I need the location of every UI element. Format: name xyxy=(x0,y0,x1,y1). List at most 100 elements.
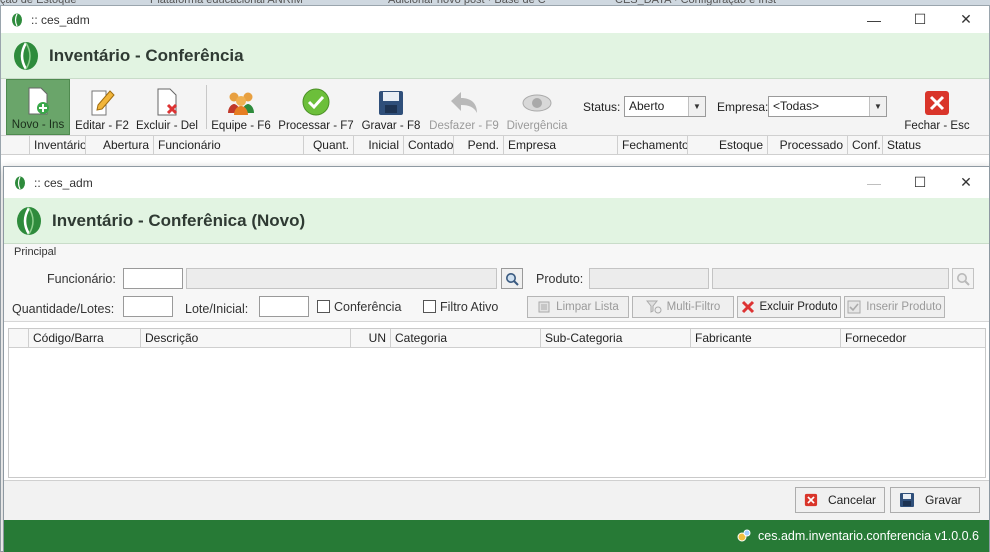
column-header[interactable]: Inicial xyxy=(354,136,404,155)
column-header[interactable]: UN xyxy=(351,329,391,348)
page-banner: Inventário - Conferência xyxy=(1,33,989,79)
delete-document-icon xyxy=(157,88,178,116)
quantidade-lotes-input[interactable] xyxy=(123,296,173,317)
save-disk-icon xyxy=(379,91,403,115)
fechar-button[interactable]: Fechar - Esc xyxy=(903,79,971,135)
clear-list-icon xyxy=(538,301,550,313)
new-document-icon xyxy=(28,87,49,115)
lote-inicial-input[interactable] xyxy=(259,296,309,317)
undo-arrow-icon xyxy=(451,92,477,113)
delete-x-icon xyxy=(741,300,754,314)
inserir-produto-button[interactable]: Inserir Produto xyxy=(844,296,945,318)
minimize-icon[interactable]: — xyxy=(851,6,897,33)
divergencia-button[interactable]: Divergência xyxy=(505,79,569,135)
editar-button[interactable]: Editar - F2 xyxy=(71,79,133,135)
cancel-icon xyxy=(804,493,818,507)
funcionario-label: Funcionário: xyxy=(47,272,116,286)
gravar-button[interactable]: Gravar - F8 xyxy=(359,79,423,135)
column-header[interactable]: Conf. xyxy=(848,136,883,155)
filtro-ativo-label: Filtro Ativo xyxy=(440,300,499,314)
produto-label: Produto: xyxy=(536,272,584,286)
chevron-down-icon[interactable]: ▼ xyxy=(688,97,705,116)
processar-button[interactable]: Processar - F7 xyxy=(278,79,354,135)
column-header[interactable]: Funcionário xyxy=(154,136,304,155)
novo-button[interactable]: Novo - Ins xyxy=(6,79,70,135)
quantidade-lotes-label: Quantidade/Lotes: xyxy=(12,302,115,316)
save-button[interactable]: Gravar xyxy=(890,487,980,513)
conferencia-checkbox[interactable] xyxy=(317,300,330,313)
search-icon xyxy=(957,272,970,286)
search-icon xyxy=(506,272,519,286)
app-logo-icon xyxy=(14,41,38,70)
maximize-icon[interactable]: ☐ xyxy=(897,6,943,33)
funcionario-code-input[interactable] xyxy=(123,268,183,289)
column-header[interactable]: Status xyxy=(883,136,983,155)
close-icon[interactable]: ✕ xyxy=(943,6,989,33)
funcionario-name-input[interactable] xyxy=(186,268,497,289)
main-toolbar: Novo - Ins Editar - F2 Excluir - Del Equ… xyxy=(1,79,989,136)
insert-check-icon xyxy=(847,300,861,314)
column-header[interactable]: Estoque xyxy=(688,136,768,155)
save-disk-icon xyxy=(900,493,914,507)
eye-icon xyxy=(522,94,552,112)
empresa-select[interactable]: <Todas> ▼ xyxy=(768,96,887,117)
lote-inicial-label: Lote/Inicial: xyxy=(185,302,249,316)
plugin-gears-icon xyxy=(737,529,751,542)
edit-pencil-icon xyxy=(91,90,115,116)
column-header[interactable]: Quant. xyxy=(304,136,354,155)
produto-search-button[interactable] xyxy=(952,268,974,289)
app-logo-icon xyxy=(17,206,41,235)
page-title: Inventário - Conferência xyxy=(49,45,244,65)
column-header[interactable]: Pend. xyxy=(454,136,504,155)
column-header[interactable]: Fechamento xyxy=(618,136,688,155)
app-leaf-icon xyxy=(15,176,25,189)
column-header[interactable]: Contado xyxy=(404,136,454,155)
products-grid[interactable]: Código/Barra Descrição UN Categoria Sub-… xyxy=(8,328,986,478)
conferencia-label: Conferência xyxy=(334,300,402,314)
equipe-button[interactable]: Equipe - F6 xyxy=(209,79,273,135)
column-header[interactable]: Categoria xyxy=(391,329,541,348)
column-header[interactable]: Abertura xyxy=(86,136,154,155)
inventory-grid-header: Inventário Abertura Funcionário Quant. I… xyxy=(1,136,989,155)
desfazer-button[interactable]: Desfazer - F9 xyxy=(427,79,501,135)
column-header[interactable]: Sub-Categoria xyxy=(541,329,691,348)
column-header[interactable]: Fornecedor xyxy=(841,329,985,348)
funcionario-search-button[interactable] xyxy=(501,268,523,289)
module-version: ces.adm.inventario.conferencia v1.0.0.6 xyxy=(758,529,979,543)
column-header[interactable]: Processado xyxy=(768,136,848,155)
excluir-button[interactable]: Excluir - Del xyxy=(135,79,199,135)
status-bar: ces.adm.inventario.conferencia v1.0.0.6 xyxy=(4,520,989,552)
modal-titlebar[interactable]: :: ces_adm — ☐ ✕ xyxy=(4,167,989,198)
status-select[interactable]: Aberto ▼ xyxy=(624,96,706,117)
column-header[interactable]: Código/Barra xyxy=(29,329,141,348)
section-label: Principal xyxy=(14,246,57,258)
check-circle-icon xyxy=(302,88,330,116)
excluir-produto-button[interactable]: Excluir Produto xyxy=(737,296,841,318)
close-red-icon xyxy=(925,91,949,115)
column-header[interactable]: Descrição xyxy=(141,329,351,348)
multi-filtro-button[interactable]: Multi-Filtro xyxy=(632,296,734,318)
cancel-button[interactable]: Cancelar xyxy=(795,487,885,513)
chevron-down-icon[interactable]: ▼ xyxy=(869,97,886,116)
column-header[interactable]: Inventário xyxy=(30,136,86,155)
column-header[interactable]: Empresa xyxy=(504,136,618,155)
minimize-icon[interactable]: — xyxy=(851,167,897,198)
empresa-label: Empresa: xyxy=(717,100,769,114)
modal-footer: Cancelar Gravar xyxy=(4,480,989,520)
status-label: Status: xyxy=(583,100,621,114)
produto-name-input[interactable] xyxy=(712,268,949,289)
principal-section: Principal Funcionário: Produto: Quantida… xyxy=(4,244,989,322)
limpar-lista-button[interactable]: Limpar Lista xyxy=(527,296,629,318)
maximize-icon[interactable]: ☐ xyxy=(897,167,943,198)
close-icon[interactable]: ✕ xyxy=(943,167,989,198)
main-window-titlebar[interactable]: :: ces_adm — ☐ ✕ xyxy=(1,6,989,33)
filtro-ativo-checkbox[interactable] xyxy=(423,300,436,313)
produto-code-input[interactable] xyxy=(589,268,709,289)
modal-banner: Inventário - Conferênica (Novo) xyxy=(4,198,989,244)
app-leaf-icon xyxy=(12,13,22,26)
grid-indicator-column xyxy=(6,136,30,155)
team-icon xyxy=(228,92,254,115)
window-title: :: ces_adm xyxy=(31,12,90,27)
modal-window: :: ces_adm — ☐ ✕ Inventário - Conferênic… xyxy=(3,166,990,552)
column-header[interactable]: Fabricante xyxy=(691,329,841,348)
